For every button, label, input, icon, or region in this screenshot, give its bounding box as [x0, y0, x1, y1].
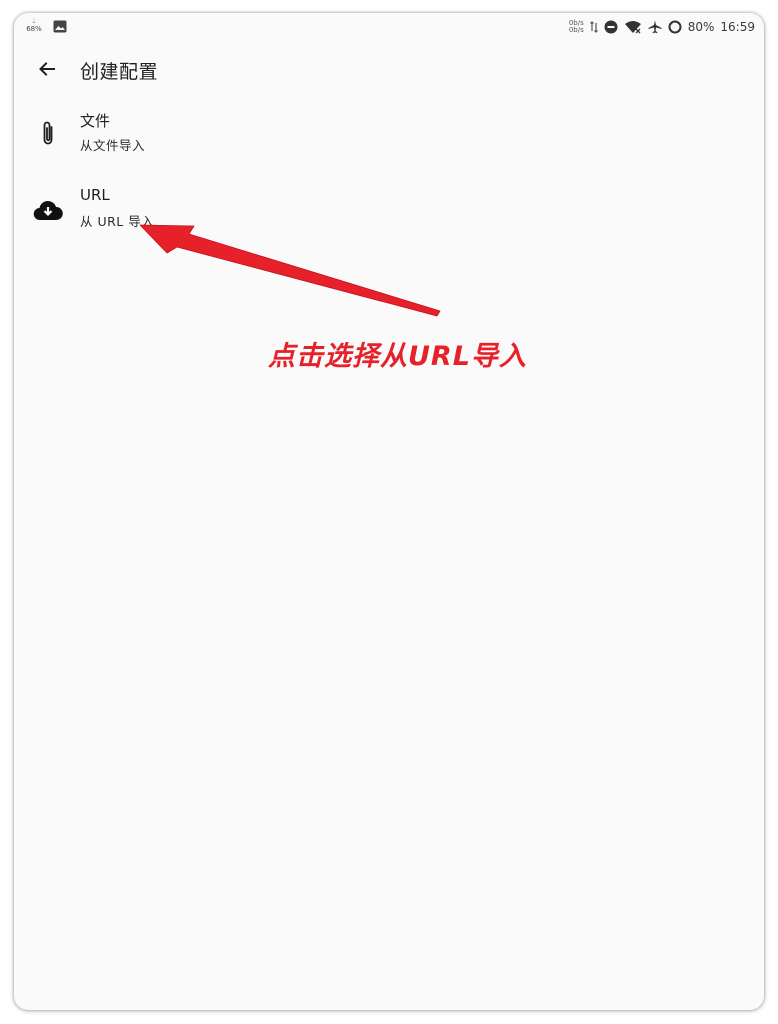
annotation-text: 点击选择从URL导入 [268, 341, 527, 372]
phone-screen: 💧︎ 68% 0b/s 0b/s 80% 16:59 创建配置 文件 从文件导入… [14, 13, 764, 1010]
